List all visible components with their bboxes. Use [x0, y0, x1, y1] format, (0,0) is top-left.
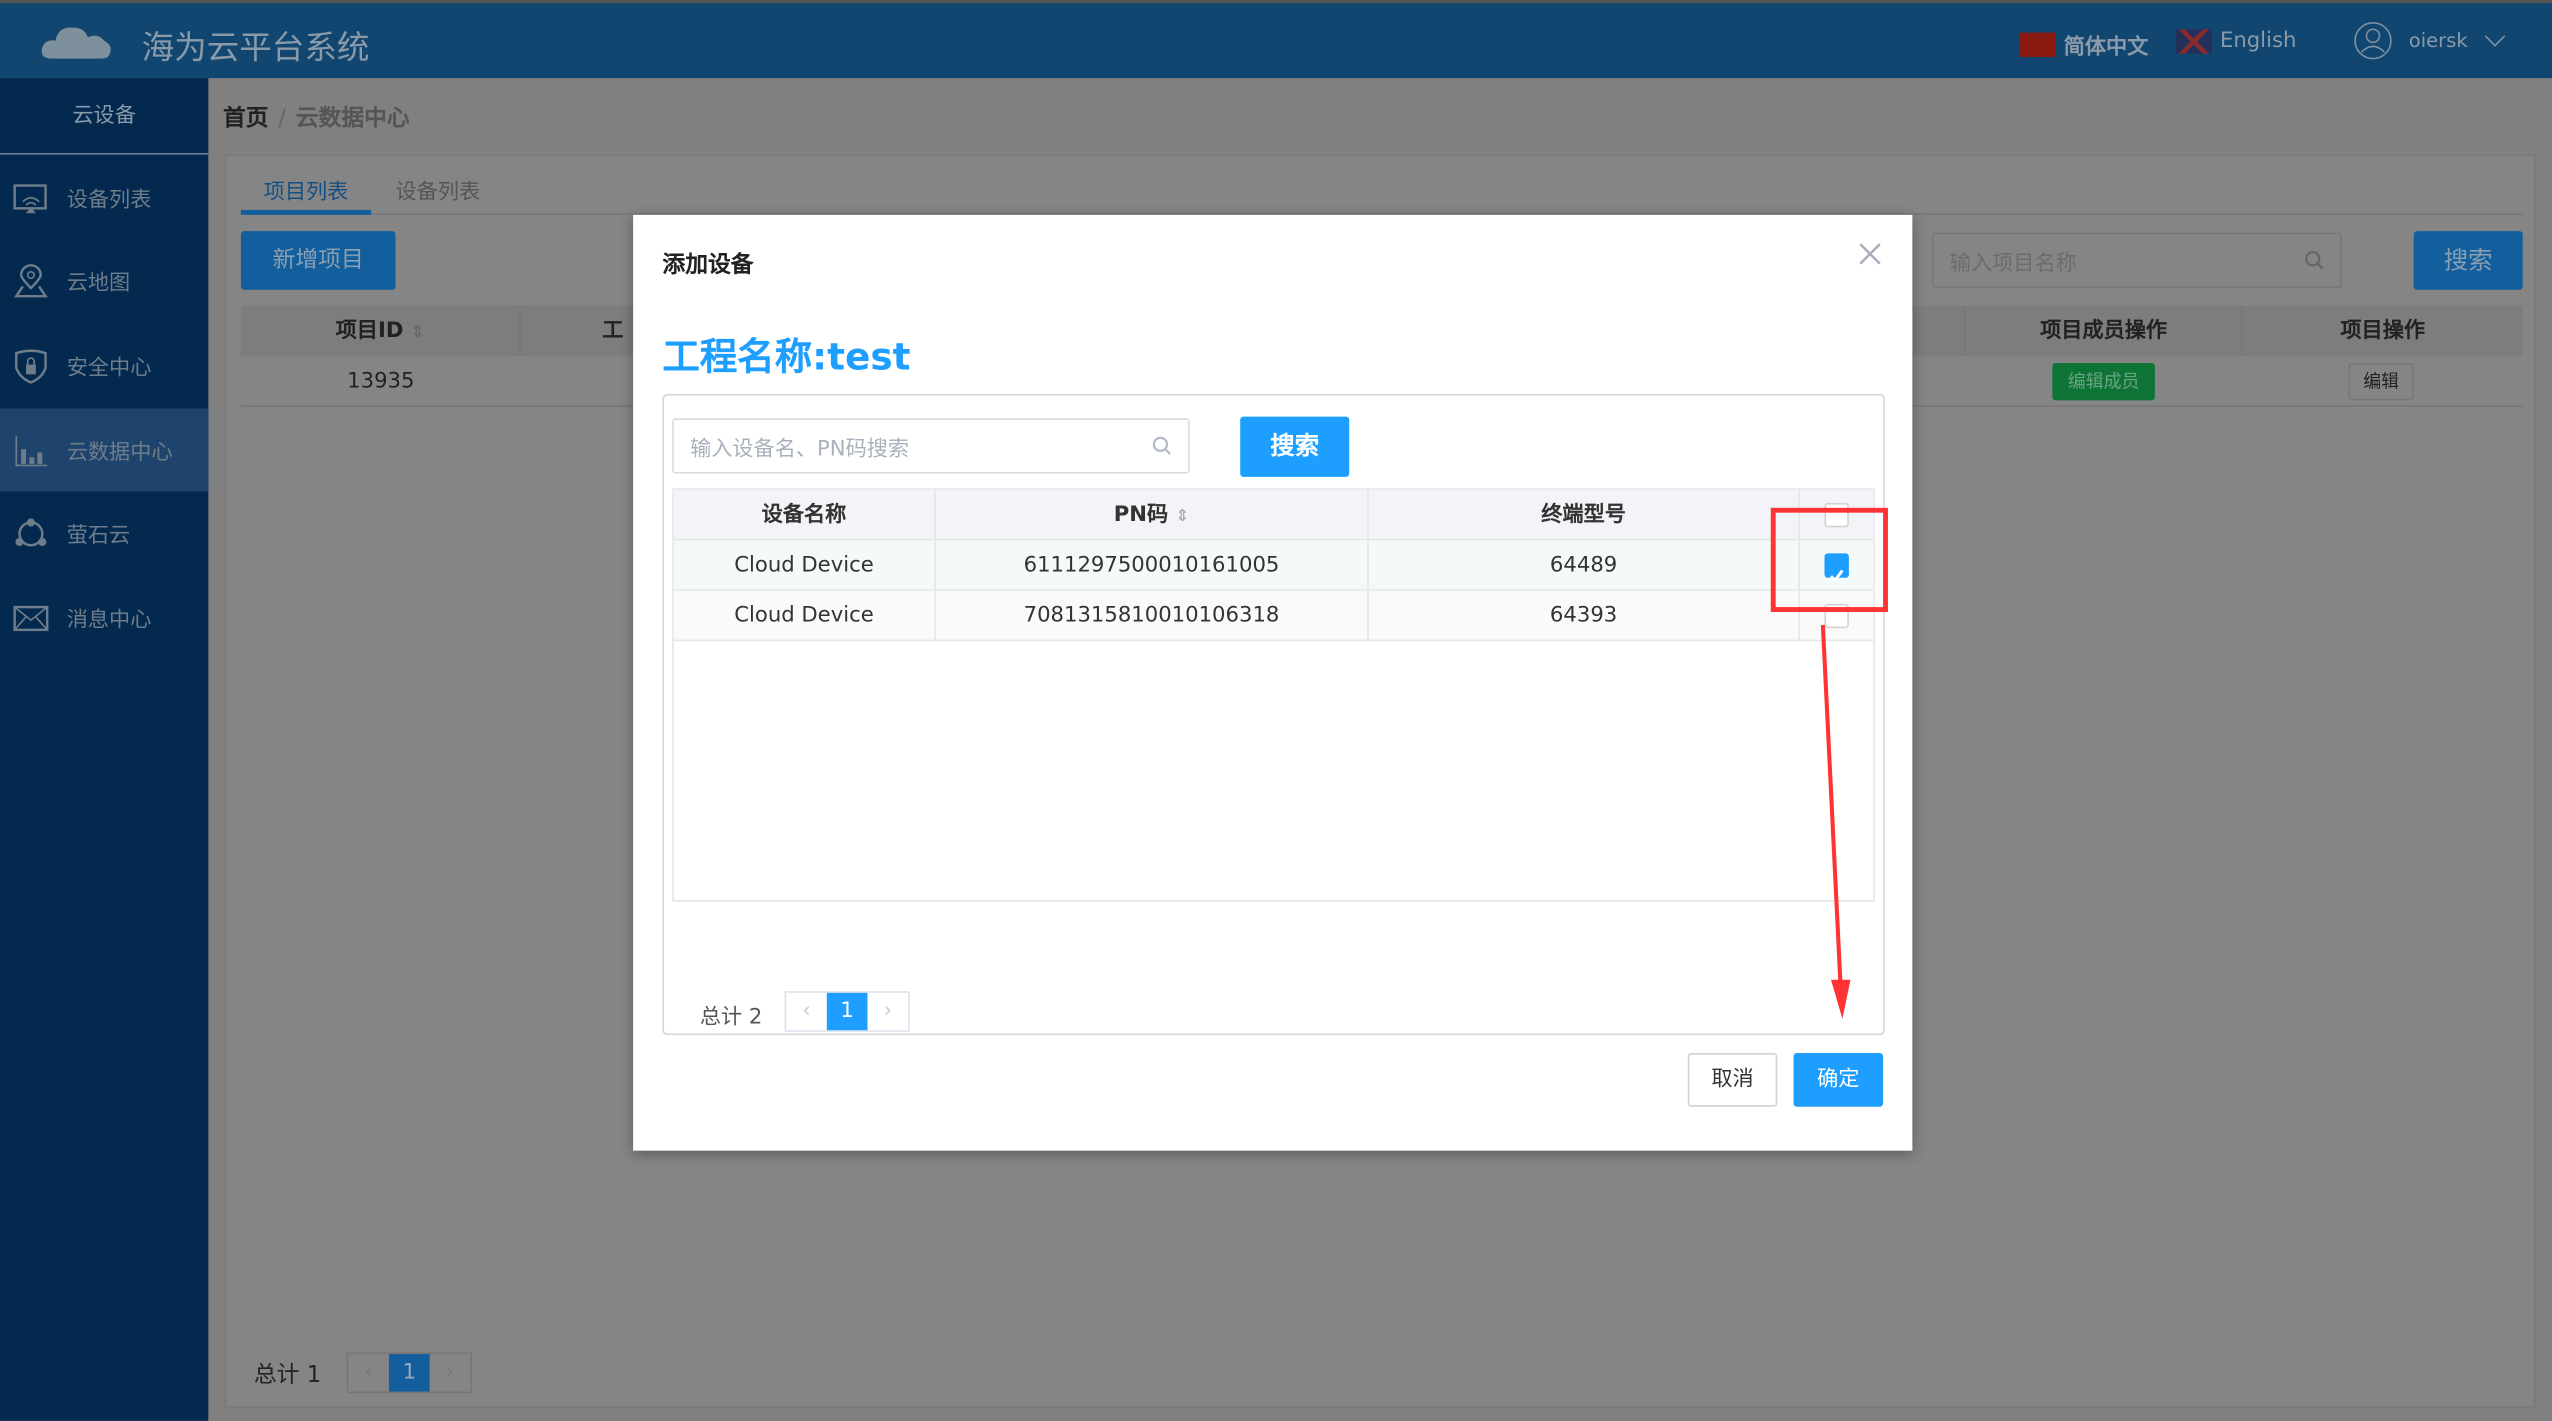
table-row[interactable]: Cloud Device 6111297500010161005 64489	[673, 540, 1874, 591]
lang-zh-label: 简体中文	[2063, 35, 2149, 61]
confirm-button[interactable]: 确定	[1793, 1053, 1884, 1107]
breadcrumb: 首页 / 云数据中心	[223, 101, 410, 134]
user-menu[interactable]: oiersk	[2353, 21, 2506, 60]
model-cell: 64489	[1369, 540, 1801, 591]
sidebar-item-security[interactable]: 安全中心	[0, 324, 208, 407]
main-pagination: ‹ 1 ›	[346, 1352, 472, 1394]
page-1-button[interactable]: 1	[388, 1354, 430, 1392]
map-pin-icon	[13, 263, 48, 297]
sidebar-item-cloud-data-center[interactable]: 云数据中心	[0, 408, 209, 492]
cancel-button[interactable]: 取消	[1687, 1053, 1778, 1107]
column-header-device-name: 设备名称	[674, 489, 936, 541]
column-label: PN码	[1113, 502, 1169, 528]
project-search-button[interactable]: 搜索	[2413, 231, 2523, 290]
column-header-pn[interactable]: PN码 ⇕	[936, 489, 1369, 541]
sidebar-item-messages[interactable]: 消息中心	[0, 576, 208, 659]
prev-page-button[interactable]: ‹	[786, 993, 827, 1030]
table-header-row: 设备名称 PN码 ⇕ 终端型号	[673, 489, 1874, 541]
mail-icon	[13, 605, 49, 631]
china-flag-icon	[2019, 32, 2056, 57]
pn-cell: 6111297500010161005	[936, 540, 1369, 591]
sidebar-item-cloud-map[interactable]: 云地图	[0, 239, 208, 322]
model-cell: 64393	[1369, 590, 1801, 642]
modal-pagination: ‹ 1 ›	[784, 991, 910, 1032]
sort-icon: ⇕	[410, 323, 425, 342]
lang-en-label: English	[2219, 29, 2297, 54]
tab-project-list[interactable]: 项目列表	[264, 174, 349, 205]
bar-chart-icon	[15, 435, 48, 466]
sidebar-item-device-list[interactable]: 设备列表	[0, 156, 208, 239]
tab-device-list[interactable]: 设备列表	[395, 174, 480, 205]
column-header-ops: 项目操作	[2242, 305, 2523, 357]
app-title: 海为云平台系统	[141, 27, 370, 67]
column-header-model: 终端型号	[1369, 489, 1801, 541]
add-device-modal: 添加设备 工程名称:test 输入设备名、PN码搜索 搜索 设备名称 PN码 ⇕…	[633, 214, 1913, 1151]
device-table: 设备名称 PN码 ⇕ 终端型号 Cloud Device 61112975000…	[672, 488, 1875, 902]
chevron-down-icon	[2485, 35, 2506, 47]
device-list-icon	[13, 183, 47, 213]
column-header-project-id[interactable]: 项目ID ⇕	[240, 305, 521, 359]
sidebar-item-label: 云数据中心	[66, 441, 173, 466]
device-name-cell: Cloud Device	[674, 540, 936, 591]
uk-flag-icon	[2176, 29, 2212, 54]
project-name-label: 工程名称:test	[662, 336, 911, 380]
lang-en-button[interactable]: English	[2176, 29, 2297, 54]
user-icon	[2354, 21, 2392, 60]
device-search-button[interactable]: 搜索	[1240, 416, 1350, 477]
close-icon[interactable]	[1854, 238, 1887, 271]
edit-project-button[interactable]: 编辑	[2348, 362, 2414, 401]
network-icon	[15, 517, 47, 546]
lang-zh-button[interactable]: 简体中文	[2019, 29, 2149, 61]
next-page-button[interactable]: ›	[430, 1354, 471, 1391]
breadcrumb-separator: /	[278, 105, 286, 132]
sidebar-section-title: 云设备	[0, 78, 209, 155]
next-page-button[interactable]: ›	[867, 993, 908, 1030]
project-id-cell: 13935	[347, 369, 415, 394]
sidebar: 云设备 设备列表 云地图 安全中心 云数据中心 萤石云 消息中心	[0, 78, 209, 1421]
main-total-count: 总计 1	[253, 1362, 322, 1389]
breadcrumb-home[interactable]: 首页	[223, 106, 269, 132]
page-1-button[interactable]: 1	[826, 992, 868, 1031]
search-icon	[2305, 251, 2324, 270]
prev-page-button[interactable]: ‹	[348, 1354, 389, 1391]
device-search-placeholder: 输入设备名、PN码搜索	[690, 436, 910, 462]
modal-title: 添加设备	[662, 252, 754, 279]
device-panel: 输入设备名、PN码搜索 搜索 设备名称 PN码 ⇕ 终端型号 Cloud Dev…	[662, 393, 1885, 1036]
tab-active-indicator	[240, 209, 372, 215]
username: oiersk	[2408, 29, 2468, 53]
project-search-input[interactable]: 输入项目名称	[1931, 232, 2343, 289]
column-label: 项目ID	[335, 318, 404, 344]
top-header: 海为云平台系统 简体中文 English oiersk	[0, 0, 2552, 79]
column-header-member-ops: 项目成员操作	[1966, 305, 2243, 357]
search-icon	[1152, 436, 1172, 455]
sidebar-item-label: 消息中心	[66, 608, 152, 634]
project-search-placeholder: 输入项目名称	[1949, 251, 2077, 276]
edit-members-button[interactable]: 编辑成员	[2052, 362, 2155, 401]
sidebar-item-label: 萤石云	[66, 524, 131, 549]
cloud-icon	[41, 27, 111, 59]
device-name-cell: Cloud Device	[674, 590, 936, 642]
pn-cell: 7081315810010106318	[936, 590, 1369, 642]
modal-total-count: 总计 2	[699, 1005, 763, 1031]
annotation-arrow-icon	[1820, 624, 1851, 1019]
sidebar-item-label: 安全中心	[66, 356, 152, 381]
annotation-highlight-box	[1770, 507, 1888, 612]
sidebar-item-label: 设备列表	[66, 188, 152, 214]
shield-lock-icon	[15, 348, 47, 383]
breadcrumb-current: 云数据中心	[295, 105, 410, 132]
sort-icon: ⇕	[1175, 507, 1190, 526]
table-row[interactable]: Cloud Device 7081315810010106318 64393	[673, 590, 1874, 642]
device-search-input[interactable]: 输入设备名、PN码搜索	[672, 418, 1190, 474]
add-project-button[interactable]: 新增项目	[240, 231, 396, 290]
sidebar-item-label: 云地图	[66, 271, 131, 297]
sidebar-item-ezviz[interactable]: 萤石云	[0, 492, 208, 575]
